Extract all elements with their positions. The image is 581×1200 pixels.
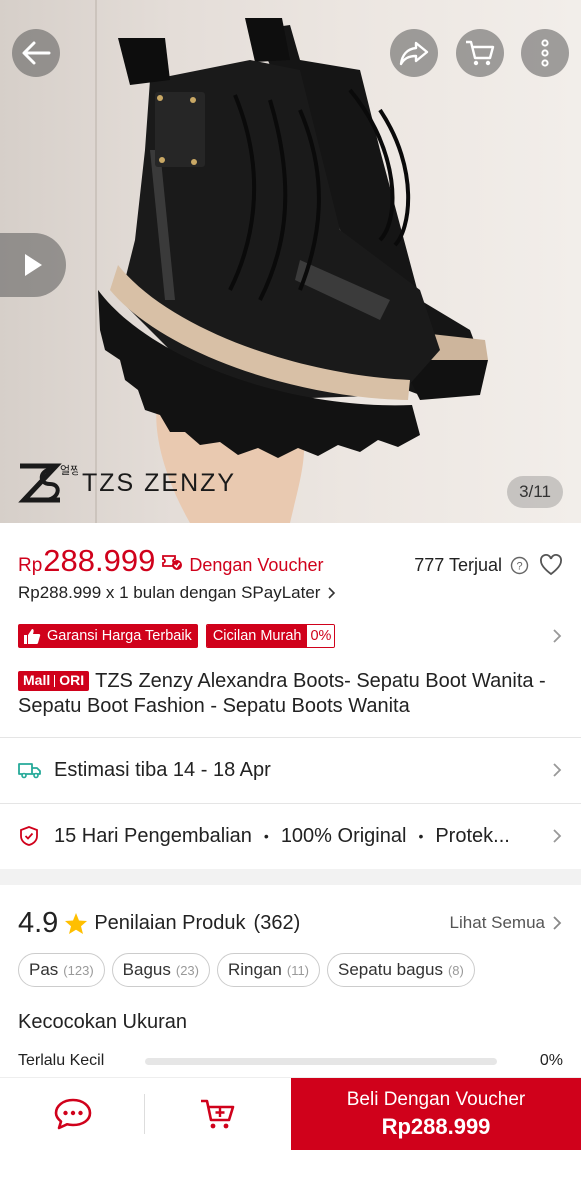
price-amount: 288.999 (43, 543, 156, 578)
see-all-label: Lihat Semua (449, 913, 545, 932)
chip-label: Pas (29, 960, 59, 979)
sold-count: 777 Terjual (414, 554, 502, 575)
guarantee-row[interactable]: 15 Hari Pengembalian • 100% Original • P… (18, 816, 563, 856)
review-chip[interactable]: Sepatu bagus (8) (327, 953, 475, 987)
best-price-label: Garansi Harga Terbaik (47, 628, 192, 644)
star-icon (65, 912, 88, 934)
add-to-cart-icon (201, 1099, 235, 1129)
size-fit-row: Terlalu Kecil 0% (18, 1049, 563, 1073)
chevron-right-icon (553, 829, 562, 843)
rating-label: Penilaian Produk (94, 911, 246, 934)
chat-icon (54, 1098, 91, 1130)
size-fit-percent: 0% (539, 1052, 563, 1069)
buy-price: Rp288.999 (381, 1113, 491, 1139)
rating-score: 4.9 (18, 906, 59, 939)
buy-with-voucher-button[interactable]: Beli Dengan Voucher Rp288.999 (291, 1078, 581, 1150)
delivery-truck-icon (18, 763, 41, 779)
chat-button[interactable] (0, 1078, 145, 1150)
chevron-right-icon (328, 587, 336, 599)
installment-label: Cicilan Murah (206, 625, 308, 647)
chip-count: (8) (447, 962, 464, 978)
review-chip[interactable]: Bagus (23) (111, 953, 210, 987)
divider (0, 803, 581, 804)
size-fit-title: Kecocokan Ukuran (18, 1011, 187, 1033)
guarantee-returns: 15 Hari Pengembalian (54, 824, 252, 847)
sold-info: 777 Terjual ? (414, 554, 563, 576)
brand-logo: 얼찡 (18, 463, 78, 503)
product-title: TZS Zenzy Alexandra Boots- Sepatu Boot W… (18, 670, 546, 717)
play-icon (25, 254, 42, 276)
svg-text:얼찡: 얼찡 (60, 463, 78, 477)
svg-text:?: ? (516, 560, 522, 572)
back-arrow-icon (22, 41, 51, 65)
mall-label: Mall (23, 672, 51, 688)
more-icon (541, 39, 549, 67)
share-icon (399, 41, 429, 66)
chevron-right-icon (553, 763, 562, 777)
favorite-heart-icon[interactable] (539, 554, 563, 576)
separator-dot: • (263, 828, 269, 844)
shipping-row[interactable]: Estimasi tiba 14 - 18 Apr (18, 750, 563, 790)
add-to-cart-button[interactable] (145, 1078, 291, 1150)
price-currency: Rp (18, 555, 43, 576)
product-photo-boots (98, 18, 488, 523)
chip-label: Ringan (227, 960, 282, 979)
review-chip[interactable]: Ringan (11) (216, 953, 321, 987)
help-icon[interactable]: ? (510, 556, 529, 575)
image-counter: 3/11 (507, 476, 563, 508)
size-fit-label: Terlalu Kecil (18, 1052, 105, 1069)
chevron-right-icon (553, 629, 562, 643)
video-play-button[interactable] (0, 233, 66, 297)
rating-header: 4.9 Penilaian Produk (362) Lihat Semua (18, 903, 563, 943)
installment-rate: 0% (307, 625, 335, 647)
back-button[interactable] (12, 29, 60, 77)
size-fit-bar (145, 1058, 497, 1065)
installment-badge: Cicilan Murah 0% (205, 624, 336, 648)
guarantee-original: 100% Original (280, 824, 407, 847)
chip-count: (11) (286, 962, 310, 978)
separator-dot: • (418, 828, 424, 844)
chip-count: (123) (63, 962, 94, 978)
spaylater-row[interactable]: Rp288.999 x 1 bulan dengan SPayLater (18, 583, 338, 603)
promo-badges[interactable]: Garansi Harga Terbaik Cicilan Murah 0% (18, 623, 563, 649)
chip-count: (23) (175, 962, 199, 978)
bottom-action-bar: Beli Dengan Voucher Rp288.999 (0, 1077, 581, 1150)
mall-ori-badge: Mall ORI (18, 670, 90, 691)
brand-name: TZS ZENZY (82, 468, 237, 497)
best-price-badge: Garansi Harga Terbaik (18, 624, 198, 648)
thumbs-up-icon (24, 629, 41, 644)
buy-label: Beli Dengan Voucher (346, 1088, 526, 1110)
see-all-link[interactable]: Lihat Semua (450, 913, 563, 933)
shipping-estimate: Estimasi tiba 14 - 18 Apr (54, 758, 271, 781)
chip-label: Sepatu bagus (338, 960, 443, 979)
shield-check-icon (20, 826, 38, 846)
review-chip[interactable]: Pas (123) (18, 953, 105, 987)
section-gap (0, 869, 581, 885)
cart-button[interactable] (456, 29, 504, 77)
review-tag-chips: Pas (123) Bagus (23) Ringan (11) Sepatu … (18, 953, 482, 987)
chevron-right-icon (553, 916, 562, 930)
divider (0, 737, 581, 738)
share-button[interactable] (390, 29, 438, 77)
chip-label: Bagus (122, 960, 171, 979)
ori-label: ORI (59, 672, 85, 688)
guarantee-protection: Protek... (435, 824, 510, 847)
product-title-block: Mall ORI TZS Zenzy Alexandra Boots- Sepa… (18, 669, 563, 719)
voucher-label: Dengan Voucher (189, 555, 324, 575)
voucher-icon (162, 555, 183, 570)
spaylater-text: Rp288.999 x 1 bulan dengan SPayLater (18, 583, 321, 602)
more-button[interactable] (521, 29, 569, 77)
product-image-gallery[interactable]: 얼찡 TZS ZENZY 3/11 (0, 0, 581, 523)
cart-icon (466, 40, 495, 66)
rating-count: (362) (253, 911, 301, 934)
brand-watermark: 얼찡 TZS ZENZY (16, 460, 236, 506)
